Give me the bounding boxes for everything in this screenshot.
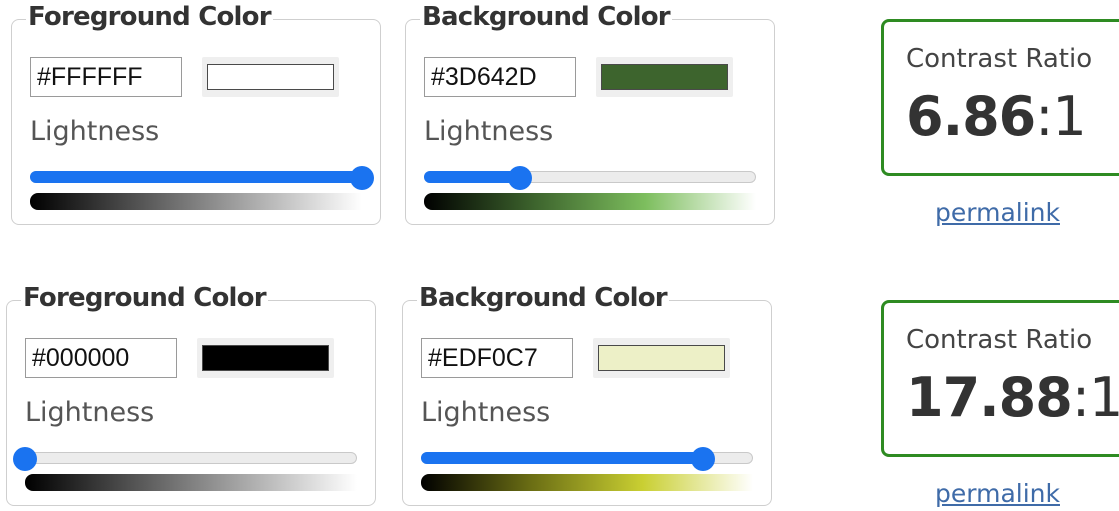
- foreground-swatch: [202, 345, 329, 371]
- background-color-picker[interactable]: [596, 57, 733, 97]
- contrast-ratio-caption: Contrast Ratio: [906, 44, 1093, 74]
- foreground-lightness-gradient: [30, 193, 362, 210]
- foreground-color-title: Foreground Color: [21, 282, 268, 314]
- foreground-lightness-gradient: [25, 474, 357, 491]
- foreground-hex-input[interactable]: [30, 57, 182, 97]
- permalink-link[interactable]: permalink: [935, 197, 1060, 229]
- background-color-panel: Background Color Lightness: [402, 282, 772, 506]
- slider-thumb[interactable]: [691, 447, 716, 471]
- permalink-link[interactable]: permalink: [935, 478, 1060, 510]
- background-hex-input[interactable]: [421, 338, 573, 378]
- checker-row-2: Foreground Color Lightness Background Co…: [0, 281, 1119, 511]
- foreground-lightness-label: Lightness: [25, 397, 155, 428]
- slider-fill: [30, 171, 362, 183]
- foreground-swatch: [207, 64, 334, 90]
- contrast-ratio-number: 6.86: [906, 85, 1036, 148]
- slider-fill: [424, 171, 521, 183]
- contrast-ratio-suffix: :1: [1071, 366, 1119, 429]
- background-color-panel: Background Color Lightness: [405, 1, 775, 225]
- foreground-lightness-slider[interactable]: [30, 166, 374, 190]
- background-lightness-label: Lightness: [421, 397, 551, 428]
- foreground-color-picker[interactable]: [202, 57, 339, 97]
- foreground-color-panel: Foreground Color Lightness: [6, 282, 376, 506]
- background-swatch: [601, 64, 728, 90]
- background-lightness-gradient: [421, 474, 753, 491]
- foreground-color-picker[interactable]: [197, 338, 334, 378]
- contrast-ratio-value: 17.88:1: [906, 365, 1119, 431]
- foreground-color-title: Foreground Color: [26, 1, 273, 33]
- contrast-ratio-value: 6.86:1: [906, 84, 1087, 150]
- contrast-ratio-number: 17.88: [906, 366, 1073, 429]
- foreground-hex-input[interactable]: [25, 338, 177, 378]
- foreground-lightness-slider[interactable]: [13, 447, 357, 471]
- checker-row-1: Foreground Color Lightness Background Co…: [0, 0, 1119, 240]
- contrast-ratio-box: Contrast Ratio 17.88:1: [881, 300, 1119, 457]
- background-lightness-slider[interactable]: [421, 447, 753, 471]
- background-lightness-gradient: [424, 193, 756, 210]
- background-color-title: Background Color: [417, 282, 669, 314]
- foreground-color-panel: Foreground Color Lightness: [11, 1, 381, 225]
- contrast-ratio-box: Contrast Ratio 6.86:1: [881, 19, 1119, 176]
- slider-thumb[interactable]: [508, 166, 533, 190]
- background-color-title: Background Color: [420, 1, 672, 33]
- background-hex-input[interactable]: [424, 57, 576, 97]
- background-lightness-slider[interactable]: [424, 166, 756, 190]
- background-swatch: [598, 345, 725, 371]
- slider-fill: [421, 452, 704, 464]
- slider-thumb[interactable]: [350, 166, 374, 190]
- slider-track: [25, 452, 357, 464]
- contrast-ratio-caption: Contrast Ratio: [906, 325, 1093, 355]
- background-lightness-label: Lightness: [424, 116, 554, 147]
- background-color-picker[interactable]: [593, 338, 730, 378]
- foreground-lightness-label: Lightness: [30, 116, 160, 147]
- contrast-ratio-suffix: :1: [1035, 85, 1087, 148]
- contrast-checker: Foreground Color Lightness Background Co…: [0, 0, 1119, 511]
- slider-thumb[interactable]: [13, 447, 37, 471]
